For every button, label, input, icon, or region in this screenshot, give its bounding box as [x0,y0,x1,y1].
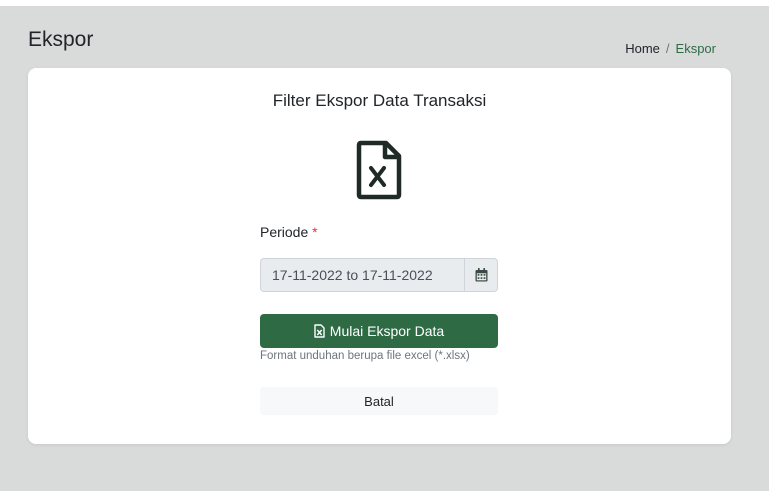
calendar-icon [475,268,487,282]
periode-label-text: Periode [260,224,309,240]
export-form: Periode * 17-11-2022 to 17-11-2022 Mulai… [260,224,498,415]
start-export-button-label: Mulai Ekspor Data [329,323,445,339]
date-range-group [260,258,498,292]
file-excel-icon [356,140,402,200]
breadcrumb-current: Ekspor [675,41,716,56]
export-filter-card: Filter Ekspor Data Transaksi Periode * 1… [28,68,731,444]
page-title: Ekspor [28,28,94,51]
format-help-text: Format unduhan berupa file excel (*.xlsx… [260,350,470,362]
cancel-button[interactable]: Batal [260,387,498,415]
breadcrumb-home-link[interactable]: Home [625,41,660,56]
content-area: Ekspor Home / Ekspor Filter Ekspor Data … [0,6,769,491]
breadcrumb-separator: / [665,41,670,56]
date-range-input[interactable] [260,258,464,292]
breadcrumb: Home / Ekspor [625,41,716,56]
start-export-button[interactable]: Mulai Ekspor Data [260,314,498,348]
required-mark: * [312,224,318,240]
calendar-button[interactable] [464,258,498,292]
periode-label: Periode * [260,224,498,244]
file-excel-icon [314,324,325,338]
card-title: Filter Ekspor Data Transaksi [272,91,487,110]
